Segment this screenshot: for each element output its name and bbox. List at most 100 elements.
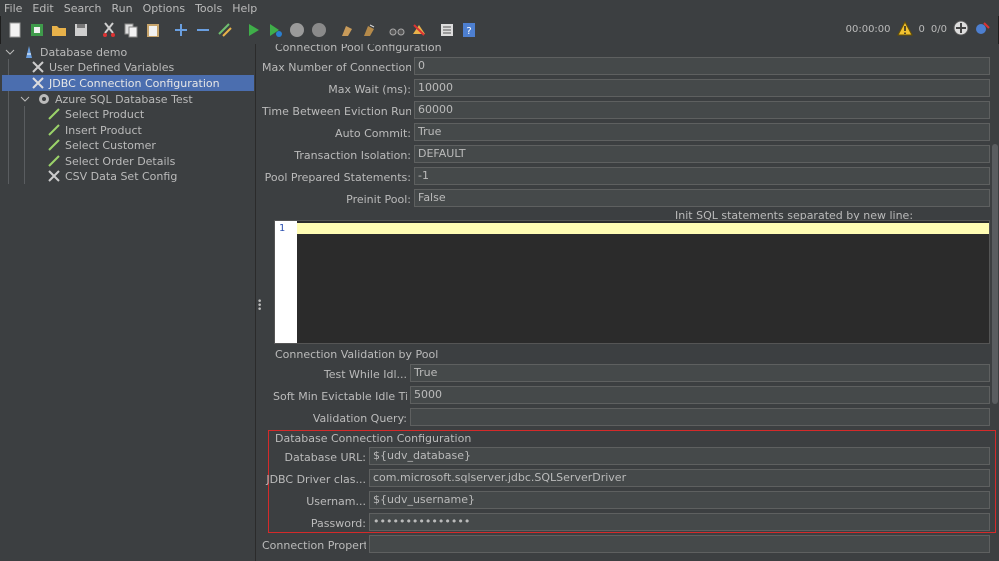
label-jdbc-driver-class: JDBC Driver clas...	[266, 473, 366, 486]
wrench-icon	[30, 75, 46, 91]
menu-bar: File Edit Search Run Options Tools Help	[0, 0, 999, 16]
binoculars-icon[interactable]	[388, 21, 406, 39]
test-plan-tree: Database demo User Defined Variables JDB…	[0, 44, 256, 561]
label-soft-min-evictable: Soft Min Evictable Idle Time(m...	[273, 390, 407, 403]
sampler-icon	[46, 153, 62, 169]
reset-search-icon[interactable]	[410, 21, 428, 39]
tree-item-label: Insert Product	[65, 123, 142, 137]
preinit-pool-field[interactable]: False	[414, 189, 990, 207]
thread-count: 0/0	[930, 24, 947, 35]
label-max-connections: Max Number of Connections:	[262, 61, 411, 74]
expand-icon[interactable]	[172, 21, 190, 39]
wrench-icon	[30, 59, 46, 75]
toolbar: ? 00:00:00 0 0/0	[0, 16, 999, 44]
new-icon[interactable]	[6, 21, 24, 39]
templates-icon[interactable]	[28, 21, 46, 39]
tree-item-select-customer[interactable]: Select Customer	[46, 137, 156, 153]
tree-item-csv-data-set-config[interactable]: CSV Data Set Config	[46, 168, 177, 184]
clear-icon[interactable]	[338, 21, 356, 39]
tree-item-label: Select Customer	[65, 138, 156, 152]
stop-icon[interactable]	[288, 21, 306, 39]
tree-item-jdbc-connection-configuration[interactable]: JDBC Connection Configuration	[2, 75, 254, 91]
menu-help[interactable]: Help	[232, 2, 257, 15]
transaction-isolation-field[interactable]: DEFAULT	[414, 145, 990, 163]
wrench-icon	[46, 168, 62, 184]
label-preinit-pool: Preinit Pool:	[346, 193, 411, 206]
jdbc-driver-class-field[interactable]: com.microsoft.sqlserver.jdbc.SQLServerDr…	[369, 469, 990, 487]
section-title-database: Database Connection Configuration	[275, 432, 472, 445]
chevron-down-icon[interactable]	[17, 91, 33, 107]
label-test-while-idle: Test While Idl...	[323, 368, 407, 381]
tree-item-select-product[interactable]: Select Product	[46, 106, 144, 122]
tree-item-label: CSV Data Set Config	[65, 169, 178, 183]
validation-query-field[interactable]	[410, 408, 990, 426]
tree-item-root[interactable]: Database demo	[2, 44, 127, 60]
label-database-url: Database URL:	[284, 451, 366, 464]
username-field[interactable]: ${udv_username}	[369, 491, 990, 509]
gear-icon	[36, 91, 52, 107]
cut-icon[interactable]	[100, 21, 118, 39]
open-icon[interactable]	[50, 21, 68, 39]
start-icon[interactable]	[244, 21, 262, 39]
tree-item-label: Database demo	[40, 45, 128, 59]
section-title-validation: Connection Validation by Pool	[275, 348, 439, 361]
clear-all-icon[interactable]	[360, 21, 378, 39]
label-auto-commit: Auto Commit:	[335, 127, 411, 140]
label-pool-prepared-statements: Pool Prepared Statements:	[264, 171, 411, 184]
max-wait-field[interactable]: 10000	[414, 79, 990, 97]
init-sql-editor[interactable]: 1	[274, 220, 990, 344]
splitter-grip-icon[interactable]: • • •	[257, 298, 262, 315]
function-helper-icon[interactable]	[438, 21, 456, 39]
label-connection-properties: Connection Properti...	[262, 539, 366, 552]
warning-icon[interactable]	[896, 20, 913, 39]
tree-item-azure-sql-database-test[interactable]: Azure SQL Database Test	[17, 91, 193, 107]
tree-item-label: Select Order Details	[65, 154, 176, 168]
save-icon[interactable]	[72, 21, 90, 39]
tree-item-label: Azure SQL Database Test	[55, 92, 193, 106]
tree-guide-line	[24, 106, 25, 184]
soft-min-evictable-field[interactable]: 5000	[410, 386, 990, 404]
tree-item-insert-product[interactable]: Insert Product	[46, 122, 142, 138]
remote-icon[interactable]	[953, 20, 969, 39]
elapsed-timer: 00:00:00	[845, 24, 891, 35]
current-line-highlight	[297, 223, 989, 234]
password-field[interactable]: •••••••••••••••	[369, 513, 990, 531]
pool-prepared-statements-field[interactable]: -1	[414, 167, 990, 185]
sampler-icon	[46, 106, 62, 122]
label-username: Usernam...	[306, 495, 366, 508]
toggle-icon[interactable]	[216, 21, 234, 39]
test-while-idle-field[interactable]: True	[410, 364, 990, 382]
tree-item-select-order-details[interactable]: Select Order Details	[46, 153, 175, 169]
connection-properties-field[interactable]	[369, 535, 990, 553]
section-title-pool: Connection Pool Configuration	[275, 44, 442, 54]
tree-item-label: User Defined Variables	[49, 60, 175, 74]
line-number: 1	[279, 223, 286, 234]
line-number-gutter	[275, 221, 297, 343]
shutdown-icon[interactable]	[310, 21, 328, 39]
menu-edit[interactable]: Edit	[32, 2, 53, 15]
config-panel: Connection Pool Configuration Max Number…	[262, 44, 999, 561]
max-connections-field[interactable]: 0	[414, 57, 990, 75]
copy-icon[interactable]	[122, 21, 140, 39]
label-transaction-isolation: Transaction Isolation:	[294, 149, 411, 162]
start-no-pauses-icon[interactable]	[266, 21, 284, 39]
menu-run[interactable]: Run	[112, 2, 133, 15]
menu-tools[interactable]: Tools	[195, 2, 222, 15]
help-icon[interactable]: ?	[460, 21, 478, 39]
label-eviction-runs: Time Between Eviction Runs (ms):	[262, 105, 411, 118]
warning-count: 0	[918, 24, 925, 35]
eviction-runs-field[interactable]: 60000	[414, 101, 990, 119]
paste-icon[interactable]	[144, 21, 162, 39]
database-url-field[interactable]: ${udv_database}	[369, 447, 990, 465]
label-validation-query: Validation Query:	[312, 412, 407, 425]
menu-search[interactable]: Search	[64, 2, 102, 15]
tree-item-user-defined-variables[interactable]: User Defined Variables	[30, 59, 174, 75]
auto-commit-field[interactable]: True	[414, 123, 990, 141]
log-viewer-icon[interactable]	[975, 20, 991, 39]
menu-options[interactable]: Options	[143, 2, 185, 15]
collapse-icon[interactable]	[194, 21, 212, 39]
vertical-scrollbar[interactable]	[992, 144, 998, 404]
label-max-wait: Max Wait (ms):	[328, 83, 411, 96]
menu-file[interactable]: File	[4, 2, 22, 15]
chevron-down-icon[interactable]	[2, 44, 18, 60]
